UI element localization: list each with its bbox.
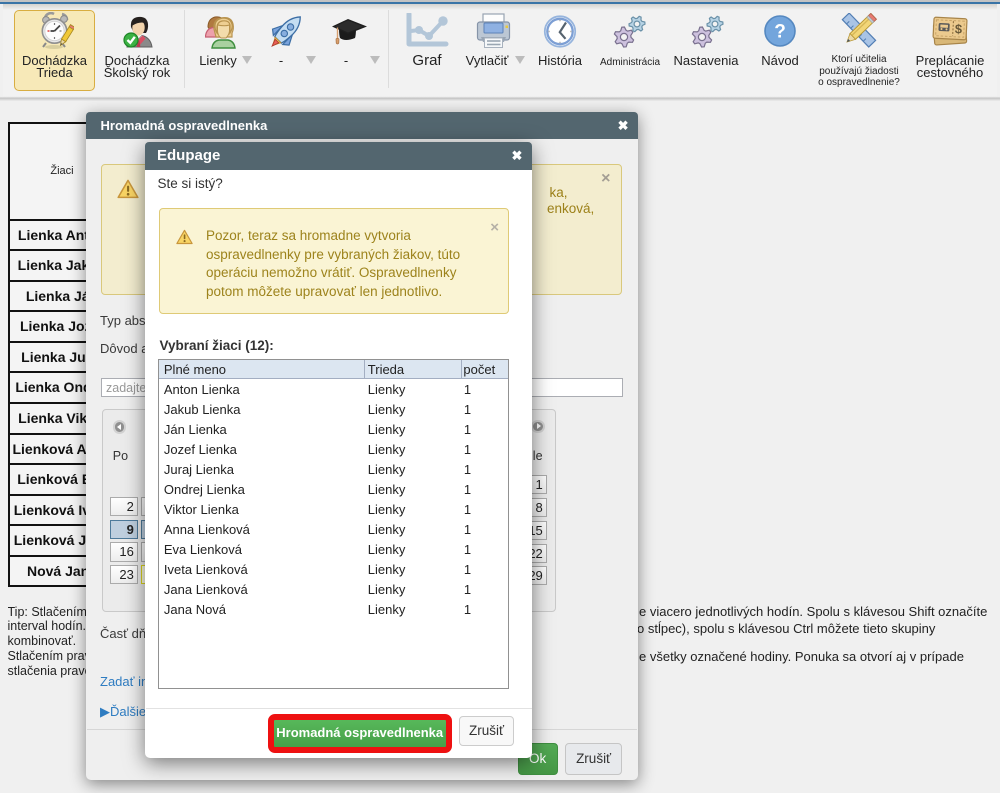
svg-text:?: ? [774,22,786,43]
